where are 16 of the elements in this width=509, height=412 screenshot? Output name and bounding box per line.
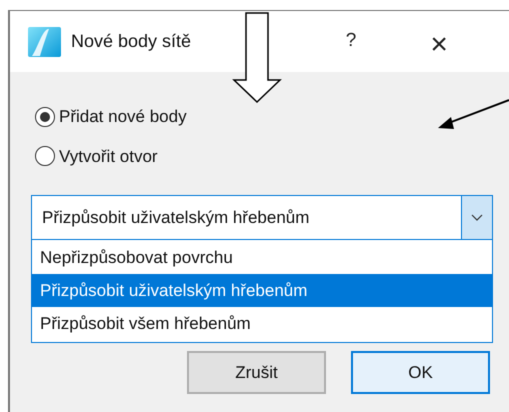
close-button[interactable]: × — [419, 22, 460, 62]
dropdown-value: Přizpůsobit uživatelským hřebenům — [41, 206, 310, 229]
app-icon — [28, 26, 61, 56]
dropdown[interactable]: Přizpůsobit uživatelským hřebenům — [31, 195, 493, 240]
radio-button[interactable] — [35, 106, 55, 127]
window-title: Nové body sítě — [71, 30, 192, 53]
radio-label: Vytvořit otvor — [59, 146, 158, 168]
dropdown-option[interactable]: Přizpůsobit uživatelským hřebenům — [32, 274, 492, 307]
chevron-icon — [471, 214, 483, 221]
dialog-button[interactable]: Zrušit — [187, 351, 326, 394]
dropdown-option[interactable]: Nepřizpůsobovat povrchu — [32, 241, 492, 274]
radio-label: Přidat nové body — [59, 106, 187, 128]
dropdown-option[interactable]: Přizpůsobit všem hřebenům — [32, 307, 492, 340]
help-button[interactable]: ? — [331, 22, 372, 62]
radio-button[interactable] — [35, 146, 55, 166]
dialog-button[interactable]: OK — [351, 351, 490, 394]
